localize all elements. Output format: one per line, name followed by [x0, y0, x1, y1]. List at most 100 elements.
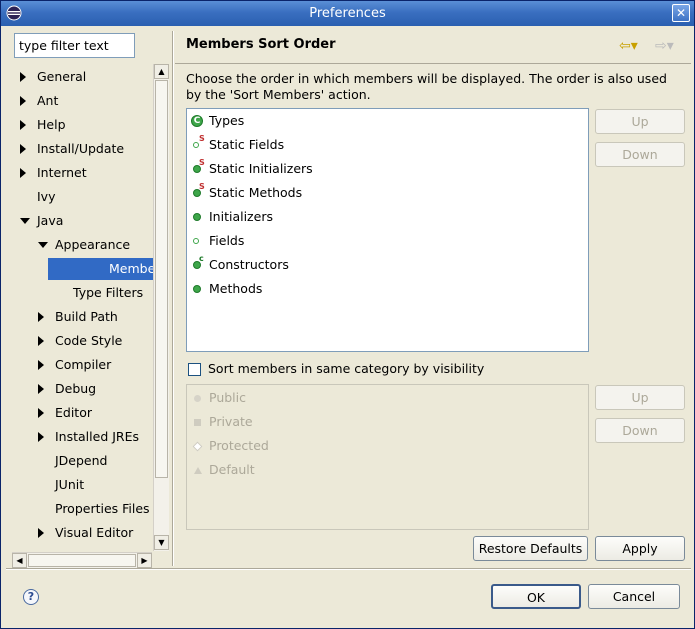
member-item-label: Fields: [209, 233, 245, 248]
static-overlay-icon: S: [199, 182, 205, 191]
visibility-up-button[interactable]: Up: [595, 385, 685, 410]
expand-triangle-open-icon[interactable]: [20, 218, 30, 224]
tree-item-label: Type Filters: [73, 285, 144, 300]
tree-item-label: JUnit: [55, 477, 85, 492]
members-order-list[interactable]: C Types S Static Fields S Static Initializers…: [186, 108, 589, 352]
member-item-static-methods[interactable]: S Static Methods: [187, 182, 588, 204]
expand-triangle-closed-icon[interactable]: [20, 144, 26, 154]
visibility-down-button[interactable]: Down: [595, 418, 685, 443]
filter-input[interactable]: type filter text: [14, 33, 135, 58]
tree-item-label: Appearance: [55, 237, 131, 252]
visibility-item-label: Protected: [209, 438, 269, 453]
tree-item-code-style[interactable]: Code Style: [12, 330, 162, 352]
expand-triangle-closed-icon[interactable]: [38, 312, 44, 322]
expand-triangle-open-icon[interactable]: [38, 242, 48, 248]
tree-item-internet[interactable]: Internet: [12, 162, 162, 184]
bottom-separator: [6, 568, 691, 570]
member-item-label: Constructors: [209, 257, 289, 272]
expand-triangle-closed-icon[interactable]: [38, 408, 44, 418]
member-item-initializers[interactable]: Initializers: [187, 206, 588, 228]
apply-button[interactable]: Apply: [595, 536, 685, 561]
preferences-tree[interactable]: General Ant Help Install/Update Internet Ivy J…: [12, 64, 169, 551]
visibility-item-public: Public: [187, 386, 246, 410]
page-title: Members Sort Order: [186, 37, 336, 52]
member-item-label: Types: [209, 113, 245, 128]
expand-triangle-closed-icon[interactable]: [38, 384, 44, 394]
expand-triangle-closed-icon[interactable]: [20, 168, 26, 178]
scroll-right-arrow-icon[interactable]: ▶: [137, 553, 152, 568]
hscroll-thumb[interactable]: [28, 554, 136, 567]
sort-by-visibility-label: Sort members in same category by visibil…: [208, 361, 485, 376]
member-item-label: Initializers: [209, 209, 273, 224]
tree-item-editor[interactable]: Editor: [12, 402, 162, 424]
tree-item-help[interactable]: Help: [12, 114, 162, 136]
tree-item-ant[interactable]: Ant: [12, 90, 162, 112]
tree-item-label: Ant: [37, 93, 59, 108]
up-button[interactable]: Up: [595, 109, 685, 134]
help-icon[interactable]: ?: [23, 589, 39, 605]
tree-item-label: Install/Update: [37, 141, 125, 156]
restore-defaults-button[interactable]: Restore Defaults: [473, 536, 588, 561]
close-button[interactable]: ✕: [672, 4, 690, 22]
tree-item-label: Ivy: [37, 189, 56, 204]
visibility-item-label: Private: [209, 414, 253, 429]
tree-horizontal-scrollbar[interactable]: ◀ ▶: [12, 552, 152, 568]
tree-item-installed-jres[interactable]: Installed JREs: [12, 426, 162, 448]
expand-triangle-closed-icon[interactable]: [20, 120, 26, 130]
title-bar[interactable]: Preferences ✕: [1, 1, 694, 26]
tree-item-label: Build Path: [55, 309, 118, 324]
tree-item-jdepend[interactable]: JDepend: [12, 450, 162, 472]
tree-item-label: Editor: [55, 405, 92, 420]
member-item-types[interactable]: C Types: [187, 110, 588, 132]
member-item-methods[interactable]: Methods: [187, 278, 588, 300]
tree-item-label: Help: [37, 117, 66, 132]
back-arrow-icon[interactable]: ⇦▾: [619, 38, 645, 54]
tree-vertical-scrollbar[interactable]: ▲ ▼: [153, 64, 169, 551]
sort-by-visibility-checkbox[interactable]: [188, 363, 201, 376]
method-icon: [193, 285, 201, 293]
tree-item-compiler[interactable]: Compiler: [12, 354, 162, 376]
tree-item-visual-editor[interactable]: Visual Editor: [12, 522, 162, 544]
member-item-static-initializers[interactable]: S Static Initializers: [187, 158, 588, 180]
static-overlay-icon: S: [199, 158, 205, 167]
scroll-down-arrow-icon[interactable]: ▼: [154, 535, 169, 550]
scroll-left-arrow-icon[interactable]: ◀: [12, 553, 27, 568]
expand-triangle-closed-icon[interactable]: [38, 360, 44, 370]
field-icon: [193, 238, 199, 244]
expand-triangle-closed-icon[interactable]: [38, 336, 44, 346]
visibility-order-list[interactable]: Public Private Protected Default: [186, 384, 589, 530]
tree-item-junit[interactable]: JUnit: [12, 474, 162, 496]
tree-item-label: Java: [37, 213, 64, 228]
cancel-button[interactable]: Cancel: [588, 584, 680, 609]
pane-splitter[interactable]: [172, 31, 174, 566]
tree-item-build-path[interactable]: Build Path: [12, 306, 162, 328]
protected-icon: [192, 441, 203, 452]
member-item-constructors[interactable]: c Constructors: [187, 254, 588, 276]
expand-triangle-closed-icon[interactable]: [20, 72, 26, 82]
tree-item-general[interactable]: General: [12, 66, 162, 88]
tree-item-type-filters[interactable]: Type Filters: [12, 282, 162, 304]
expand-triangle-closed-icon[interactable]: [20, 96, 26, 106]
member-item-fields[interactable]: Fields: [187, 230, 588, 252]
ok-button[interactable]: OK: [491, 584, 581, 609]
visibility-item-label: Public: [209, 390, 246, 405]
tree-item-install-update[interactable]: Install/Update: [12, 138, 162, 160]
tree-item-label: General: [37, 69, 87, 84]
page-description: Choose the order in which members will b…: [186, 71, 667, 102]
forward-arrow-icon[interactable]: ⇨▾: [655, 38, 681, 54]
scroll-thumb[interactable]: [155, 80, 168, 478]
scroll-up-arrow-icon[interactable]: ▲: [154, 64, 169, 79]
tree-item-appearance[interactable]: Appearance: [12, 234, 162, 256]
tree-item-members-so[interactable]: Members So: [48, 258, 169, 280]
tree-item-debug[interactable]: Debug: [12, 378, 162, 400]
tree-item-label: Code Style: [55, 333, 123, 348]
tree-item-properties-files[interactable]: Properties Files: [12, 498, 162, 520]
tree-item-ivy[interactable]: Ivy: [12, 186, 162, 208]
private-icon: [194, 419, 201, 426]
member-item-static-fields[interactable]: S Static Fields: [187, 134, 588, 156]
expand-triangle-closed-icon[interactable]: [38, 528, 44, 538]
tree-item-java[interactable]: Java: [12, 210, 162, 232]
tree-item-label: Visual Editor: [55, 525, 134, 540]
down-button[interactable]: Down: [595, 142, 685, 167]
expand-triangle-closed-icon[interactable]: [38, 432, 44, 442]
